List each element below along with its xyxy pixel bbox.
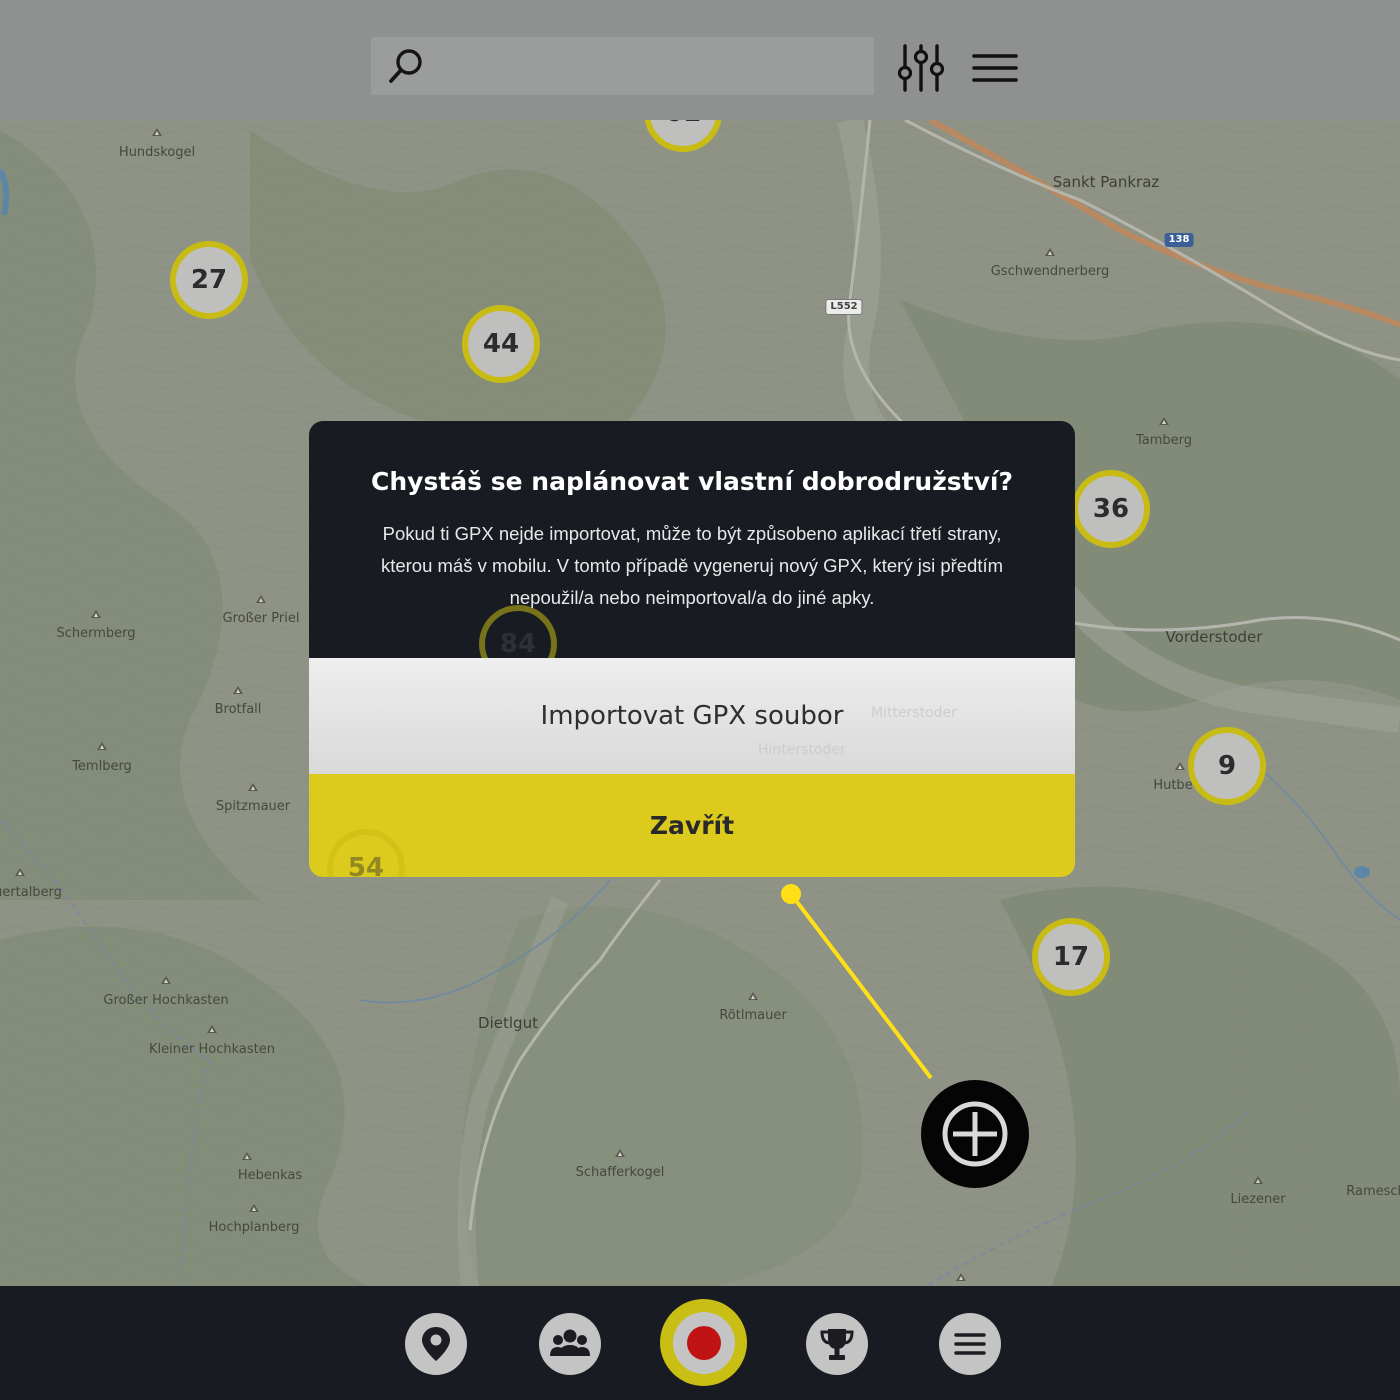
place-label: Brotfall xyxy=(214,702,262,717)
nav-achievements-button[interactable] xyxy=(806,1313,868,1375)
peak-marker-icon xyxy=(1253,1176,1263,1184)
top-bar xyxy=(0,0,1400,120)
trophy-icon xyxy=(820,1329,854,1360)
cluster-marker[interactable]: 27 xyxy=(170,241,248,319)
place-label: Ramesch xyxy=(1346,1184,1400,1199)
place-label: Vorderstoder xyxy=(1165,628,1263,646)
place-label: Hundskogel xyxy=(118,145,196,160)
record-dot xyxy=(686,1325,721,1360)
cluster-marker[interactable]: 36 xyxy=(1072,470,1150,548)
peak-marker-icon xyxy=(249,1204,259,1212)
peak-marker-icon xyxy=(248,783,258,791)
peak-marker-icon xyxy=(256,595,266,603)
place-label: Dietlgut xyxy=(478,1014,538,1032)
peak-marker-icon xyxy=(161,976,171,984)
peak-marker-icon xyxy=(1175,762,1185,770)
place-label: Großer Priel xyxy=(222,611,300,626)
import-gpx-button[interactable]: Importovat GPX soubor xyxy=(309,658,1075,774)
plus-icon xyxy=(942,1101,1008,1167)
place-label: Sankt Pankraz xyxy=(1052,173,1160,191)
place-label: Tamberg xyxy=(1135,433,1193,448)
map-pin-icon xyxy=(422,1327,450,1361)
add-route-button[interactable] xyxy=(921,1080,1029,1188)
cluster-marker[interactable]: 17 xyxy=(1032,918,1110,996)
record-icon xyxy=(672,1311,735,1374)
peak-marker-icon xyxy=(1045,248,1055,256)
search-input[interactable] xyxy=(435,45,855,87)
road-shield-138: 138 xyxy=(1164,233,1194,247)
nav-map-button[interactable] xyxy=(405,1313,467,1375)
group-icon xyxy=(550,1329,590,1356)
search-bar[interactable] xyxy=(371,37,874,95)
place-label: Hutbe xyxy=(1153,778,1193,793)
dialog-header: Chystáš se naplánovat vlastní dobrodružs… xyxy=(309,421,1075,683)
close-button[interactable]: Zavřít xyxy=(309,774,1075,877)
hamburger-icon[interactable] xyxy=(970,48,1020,88)
place-label: uertalberg xyxy=(0,885,62,900)
place-label: Kleiner Hochkasten xyxy=(149,1042,275,1057)
place-label: Hebenkas xyxy=(237,1168,303,1183)
search-icon xyxy=(389,49,422,83)
nav-community-button[interactable] xyxy=(539,1313,601,1375)
peak-marker-icon xyxy=(152,128,162,136)
peak-marker-icon xyxy=(91,610,101,618)
place-label: Großer Hochkasten xyxy=(103,993,229,1008)
cluster-marker[interactable]: 44 xyxy=(462,305,540,383)
place-label: Liezener xyxy=(1230,1192,1286,1207)
peak-marker-icon xyxy=(207,1025,217,1033)
place-label: Mitterstoder xyxy=(871,705,957,721)
dialog-message: Pokud ti GPX nejde importovat, může to b… xyxy=(380,523,1004,608)
place-label: Spitzmauer xyxy=(215,799,291,814)
peak-marker-icon xyxy=(748,992,758,1000)
nav-record-button[interactable] xyxy=(660,1299,747,1386)
place-label: Rötlmauer xyxy=(719,1008,787,1023)
peak-marker-icon xyxy=(233,686,243,694)
place-label: Temlberg xyxy=(72,759,132,774)
plan-adventure-dialog: Chystáš se naplánovat vlastní dobrodružs… xyxy=(309,421,1075,877)
sliders-icon[interactable] xyxy=(895,43,947,93)
place-label: Schermberg xyxy=(56,626,136,641)
place-label: Hinterstoder xyxy=(758,742,846,758)
peak-marker-icon xyxy=(15,868,25,876)
dialog-title: Chystáš se naplánovat vlastní dobrodružs… xyxy=(371,467,1013,496)
menu-icon xyxy=(954,1333,986,1355)
place-label: Schafferkogel xyxy=(575,1165,665,1180)
peak-marker-icon xyxy=(242,1152,252,1160)
peak-marker-icon xyxy=(615,1149,625,1157)
place-label: Hochplanberg xyxy=(208,1220,300,1235)
road-shield-l552: L552 xyxy=(825,299,863,315)
nav-menu-button[interactable] xyxy=(939,1313,1001,1375)
cluster-marker[interactable]: 9 xyxy=(1188,727,1266,805)
peak-marker-icon xyxy=(97,742,107,750)
peak-marker-icon xyxy=(956,1273,966,1281)
peak-marker-icon xyxy=(1159,417,1169,425)
bottom-nav xyxy=(0,1286,1400,1400)
place-label: Gschwendnerberg xyxy=(990,264,1110,279)
